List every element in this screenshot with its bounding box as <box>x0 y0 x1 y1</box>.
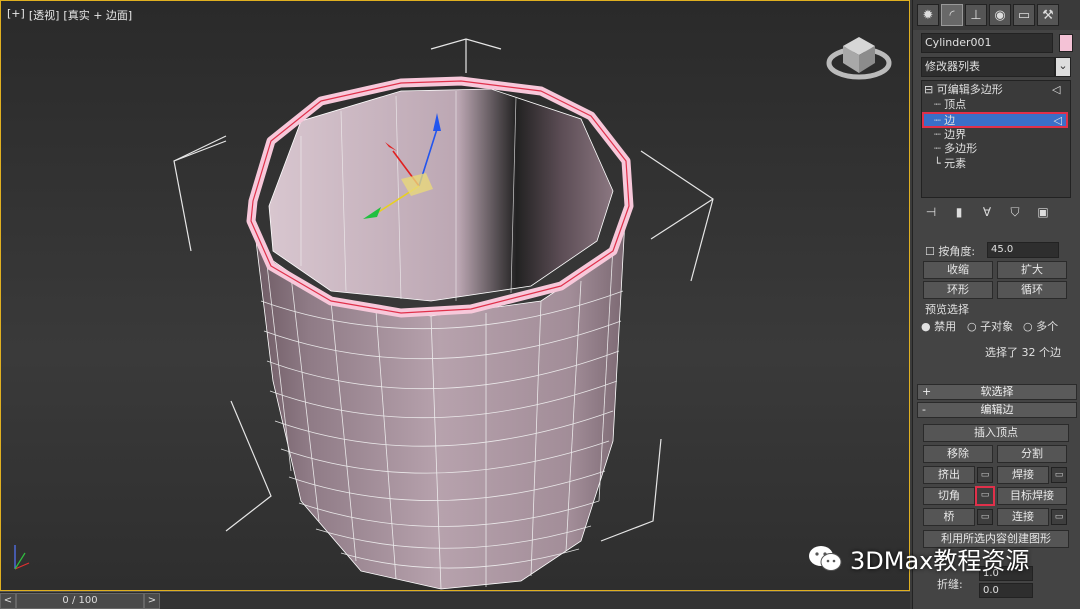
soft-selection-rollout[interactable]: + 软选择 <box>917 384 1077 400</box>
preview-disable-radio[interactable]: ● 禁用 <box>921 318 956 334</box>
configure-sets-icon[interactable]: ▣ <box>1033 203 1053 221</box>
axis-tripod-icon <box>14 545 30 570</box>
timeline-next-button[interactable]: > <box>144 592 160 609</box>
pin-stack-icon[interactable]: ⊣ <box>921 203 941 221</box>
command-panel-tabs: ✹ ◜ ⊥ ◉ ▭ ⚒ <box>913 0 1080 30</box>
hierarchy-icon[interactable]: ⊥ <box>965 4 987 26</box>
crease-label: 折缝: <box>937 578 963 591</box>
weld-settings-icon[interactable]: ▭ <box>1051 467 1067 483</box>
object-color-swatch[interactable] <box>1059 34 1073 52</box>
loop-button[interactable]: 循环 <box>997 281 1067 299</box>
connect-button[interactable]: 连接 <box>997 508 1049 526</box>
modifier-list-dropdown[interactable]: 修改器列表 <box>921 57 1055 77</box>
bridge-button[interactable]: 桥 <box>923 508 975 526</box>
crease-spinner[interactable]: 0.0 <box>979 583 1033 598</box>
stack-item-edge[interactable]: ┈ 边 ◁ <box>922 112 1068 128</box>
shrink-button[interactable]: 收缩 <box>923 261 993 279</box>
time-slider[interactable]: 0 / 100 <box>16 592 144 609</box>
ring-button[interactable]: 环形 <box>923 281 993 299</box>
watermark-text: 3DMax教程资源 <box>850 547 1030 575</box>
chamfer-button[interactable]: 切角 <box>923 487 975 505</box>
pin-icon[interactable]: ◁ <box>1052 83 1060 97</box>
motion-icon[interactable]: ◉ <box>989 4 1011 26</box>
insert-vertex-button[interactable]: 插入顶点 <box>923 424 1069 442</box>
weld-button[interactable]: 焊接 <box>997 466 1049 484</box>
create-icon[interactable]: ✹ <box>917 4 939 26</box>
preview-multi-radio[interactable]: ○ 多个 <box>1023 318 1058 334</box>
bridge-settings-icon[interactable]: ▭ <box>977 509 993 525</box>
show-end-result-icon[interactable]: ▮ <box>949 203 969 221</box>
perspective-viewport[interactable]: [+] [透视] [真实 + 边面] <box>0 0 910 591</box>
selection-status: 选择了 32 个边 <box>985 346 1061 359</box>
angle-spinner[interactable]: 45.0 <box>987 242 1059 258</box>
stack-item-border[interactable]: ┈ 边界 <box>934 128 966 142</box>
connect-settings-icon[interactable]: ▭ <box>1051 509 1067 525</box>
split-button[interactable]: 分割 <box>997 445 1067 463</box>
by-angle-checkbox[interactable]: ☐ 按角度: <box>925 243 975 259</box>
timeline-bar: < 0 / 100 > <box>0 591 910 609</box>
modify-icon[interactable]: ◜ <box>941 4 963 26</box>
scene-canvas <box>14 37 892 590</box>
timeline-prev-button[interactable]: < <box>0 592 16 609</box>
view-cube-icon <box>826 37 892 80</box>
remove-modifier-icon[interactable]: ⛉ <box>1005 203 1025 221</box>
cylinder-interior <box>268 88 614 302</box>
command-panel: ✹ ◜ ⊥ ◉ ▭ ⚒ Cylinder001 修改器列表 ⌄ ⊟ 可编辑多边形… <box>912 0 1080 609</box>
chamfer-settings-icon[interactable]: ▭ <box>975 486 995 506</box>
stack-item-vertex[interactable]: ┈ 顶点 <box>934 98 966 112</box>
modifier-list-row: 修改器列表 ⌄ <box>921 57 1071 77</box>
modifier-stack: ⊟ 可编辑多边形 ◁ ┈ 顶点 ┈ 边 ◁ ┈ 边界 ┈ 多边形 └ 元素 <box>921 80 1071 198</box>
utilities-icon[interactable]: ⚒ <box>1037 4 1059 26</box>
display-icon[interactable]: ▭ <box>1013 4 1035 26</box>
object-name-field[interactable]: Cylinder001 <box>921 33 1053 53</box>
stack-item-element[interactable]: └ 元素 <box>934 157 966 171</box>
stack-root-item[interactable]: ⊟ 可编辑多边形 <box>924 83 1003 97</box>
extrude-button[interactable]: 挤出 <box>923 466 975 484</box>
target-weld-button[interactable]: 目标焊接 <box>997 487 1067 505</box>
object-name-row: Cylinder001 <box>921 33 1073 53</box>
chevron-down-icon[interactable]: ⌄ <box>1055 57 1071 77</box>
remove-button[interactable]: 移除 <box>923 445 993 463</box>
preview-subobject-radio[interactable]: ○ 子对象 <box>967 318 1013 334</box>
grow-button[interactable]: 扩大 <box>997 261 1067 279</box>
track-bar[interactable] <box>160 592 910 609</box>
watermark: 3DMax教程资源 <box>808 541 1029 576</box>
stack-toolbar: ⊣ ▮ ∀ ⛉ ▣ <box>921 203 1053 221</box>
stack-item-polygon[interactable]: ┈ 多边形 <box>934 142 977 156</box>
extrude-settings-icon[interactable]: ▭ <box>977 467 993 483</box>
wechat-icon <box>809 545 842 571</box>
make-unique-icon[interactable]: ∀ <box>977 203 997 221</box>
edit-edges-rollout[interactable]: - 编辑边 <box>917 402 1077 418</box>
preview-selection-label: 预览选择 <box>925 303 969 316</box>
